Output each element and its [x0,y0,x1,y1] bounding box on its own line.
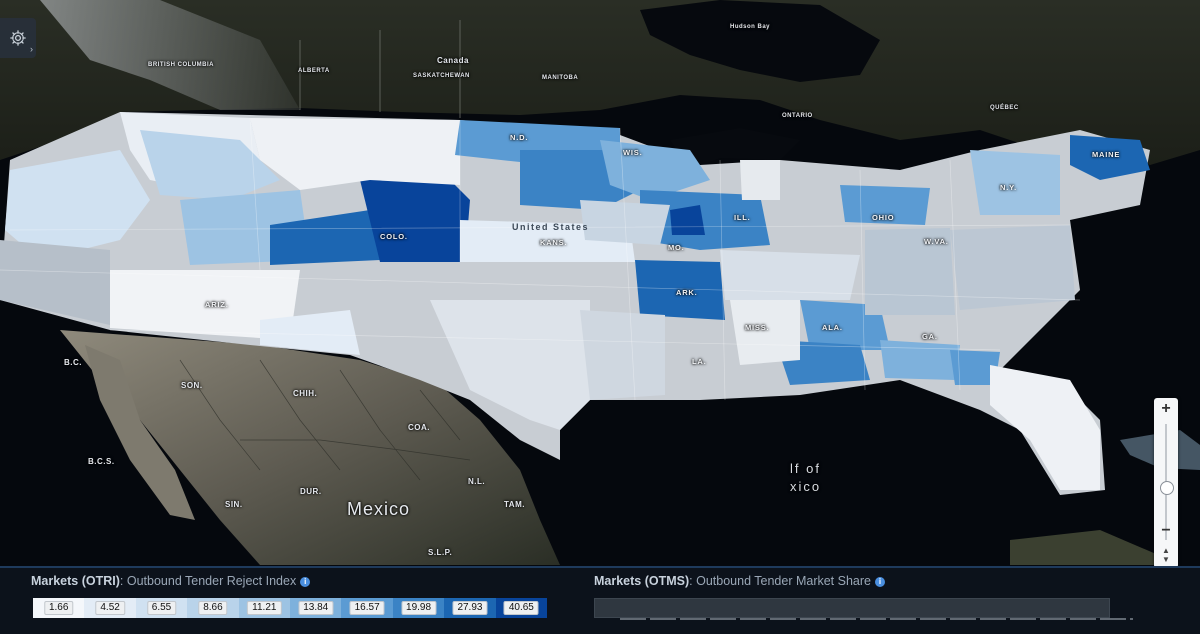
market-region[interactable] [740,160,780,200]
zoom-in-button[interactable]: + [1154,398,1178,420]
label-gulf-line1: lf of [790,461,821,476]
legend-break-label: 1.66 [43,601,74,615]
label-ark: ARK. [676,288,698,297]
compass-icon[interactable]: ▲ ▼ [1154,544,1178,566]
legend-break-label: 16.57 [349,601,385,615]
info-icon[interactable]: i [875,577,885,587]
otms-legend-title: Markets (OTMS): Outbound Tender Market S… [594,574,885,588]
label-chih: CHIH. [293,389,318,398]
otri-legend-title: Markets (OTRI): Outbound Tender Reject I… [31,574,311,588]
legend-swatch: 1.66 [33,598,85,618]
label-united-states: United States [512,222,590,232]
otri-legend-subtitle: Outbound Tender Reject Index [126,574,297,588]
legend-swatch: 40.65 [495,598,548,618]
map-canvas[interactable] [0,0,1200,632]
legend-break-label: 27.93 [452,601,488,615]
label-canada: Canada [437,56,469,65]
legend-break-label: 19.98 [401,601,437,615]
label-mo: MO. [668,243,685,252]
label-hudson-bay: Hudson Bay [730,24,771,30]
otms-color-scale [594,598,1110,618]
legend-break-label: 11.21 [247,601,282,615]
legend-break-label: 8.66 [198,601,228,615]
legend-panel: Markets (OTRI): Outbound Tender Reject I… [0,566,1200,634]
label-bcs: B.C.S. [88,457,115,466]
label-ontario: ONTARIO [782,113,813,119]
zoom-control: + − ▲ ▼ [1154,398,1178,568]
label-dur: DUR. [300,487,322,496]
legend-swatch: 19.98 [392,598,445,618]
otri-color-scale: 1.66 4.52 6.55 8.66 11.21 13.84 16.57 19.98 27.9… [33,598,548,618]
label-son: SON. [181,381,203,390]
otms-legend-prefix: Markets (OTMS) [594,574,690,588]
label-tam: TAM. [504,500,525,509]
otms-legend-subtitle: Outbound Tender Market Share [696,574,871,588]
legend-break-label: 4.52 [95,601,125,615]
legend-swatch: 16.57 [341,598,393,618]
label-nd: N.D. [510,133,529,142]
legend-swatch: 27.93 [444,598,496,618]
market-region[interactable] [720,250,860,300]
settings-button[interactable]: › [0,18,36,58]
zoom-slider-thumb[interactable] [1160,481,1174,496]
legend-swatch: 4.52 [84,598,136,618]
legend-swatch: 8.66 [187,598,239,618]
label-miss: MISS. [745,323,770,332]
legend-swatch: 6.55 [135,598,188,618]
info-icon[interactable]: i [300,577,311,587]
label-colo: COLO. [380,232,408,241]
label-saskatchewan: SASKATCHEWAN [413,73,470,79]
label-wis: WIS. [623,148,643,157]
label-ohio: OHIO [872,213,895,222]
label-ga: GA. [922,332,938,341]
gear-icon [10,30,26,46]
label-quebec: QUÉBEC [990,105,1019,111]
label-gulf-line2: xico [790,479,822,494]
label-manitoba: MANITOBA [542,75,579,81]
otms-scale-ticks [620,618,1133,620]
market-region[interactable] [670,205,705,235]
otri-legend-prefix: Markets (OTRI) [31,574,120,588]
label-alberta: ALBERTA [298,68,330,74]
label-ala: ALA. [822,323,843,332]
chevron-right-icon: › [30,44,33,54]
label-nl: N.L. [468,477,486,486]
label-sin: SIN. [225,500,243,509]
label-bc: B.C. [64,358,82,367]
legend-break-label: 6.55 [146,601,177,615]
label-slp: S.L.P. [428,548,453,557]
label-coa: COA. [408,423,430,432]
label-ariz: ARIZ. [205,300,229,309]
legend-break-label: 40.65 [503,601,539,615]
zoom-out-button[interactable]: − [1154,520,1178,542]
label-british-columbia: BRITISH COLUMBIA [148,62,214,68]
label-ny: N.Y. [1000,183,1017,192]
market-region[interactable] [580,310,665,400]
label-maine: MAINE [1092,150,1121,159]
legend-break-label: 13.84 [298,601,334,615]
label-la: LA. [692,357,707,366]
label-mexico: Mexico [347,499,411,519]
label-wva: W.VA. [924,237,949,246]
label-kans: KANS. [540,238,568,247]
legend-swatch: 13.84 [290,598,342,618]
legend-swatch: 11.21 [238,598,291,618]
market-region[interactable] [730,300,800,365]
label-ill: ILL. [734,213,751,222]
market-region[interactable] [880,340,960,380]
